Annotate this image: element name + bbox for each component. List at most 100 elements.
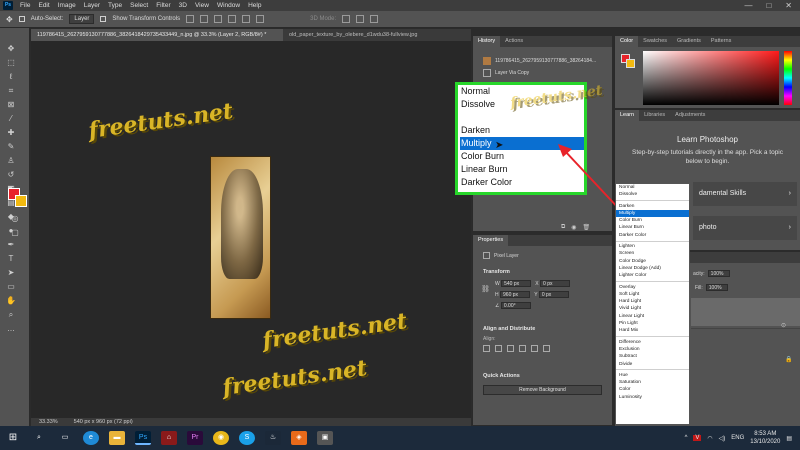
blend-mode-item-overlay[interactable]: Overlay [616,284,689,291]
tab-libraries[interactable]: Libraries [639,110,670,121]
auto-select-target[interactable]: Layer [69,14,95,24]
blend-mode-item-lighten[interactable]: Lighten [616,243,689,250]
align-horizontal-centers-icon[interactable] [495,345,502,352]
align-middle-icon[interactable] [242,15,251,23]
x-field[interactable]: 0 px [540,280,571,287]
link-dimensions-icon[interactable]: ⛓ [481,285,490,293]
clock-time[interactable]: 8:53 AM [750,430,780,438]
history-brush-icon[interactable]: ↺ [6,170,16,179]
frame-tool-icon[interactable]: ⊠ [6,100,16,109]
hue-slider[interactable] [784,51,792,105]
document-image[interactable] [210,156,271,319]
blend-mode-item-color[interactable]: Color [616,386,689,393]
shape-tool-icon[interactable]: ▭ [6,282,16,291]
blend-mode-item-hard-mix[interactable]: Hard Mix [616,327,689,334]
crop-tool-icon[interactable]: ⌗ [6,86,16,95]
blend-mode-item-color-burn[interactable]: Color Burn [616,217,689,224]
remove-background-button[interactable]: Remove Background [483,385,602,395]
menu-view[interactable]: View [191,2,213,9]
menu-3d[interactable]: 3D [175,2,191,9]
blend-option-darken[interactable]: Darken [460,124,584,137]
skype-icon[interactable]: S [239,431,255,445]
align-top-edges-icon[interactable] [519,345,526,352]
steam-icon[interactable]: ♨ [265,431,281,445]
zoom-tool-icon[interactable]: ⌕ [6,310,16,319]
tab-properties[interactable]: Properties [473,235,509,246]
quick-mask-icon[interactable]: ◎ [10,214,20,223]
opacity-field[interactable]: 100% [707,270,730,277]
blend-mode-item-vivid-light[interactable]: Vivid Light [616,305,689,312]
volume-icon[interactable]: ◁) [719,435,726,442]
search-icon[interactable]: ⌕ [31,431,47,445]
blend-mode-item-hard-light[interactable]: Hard Light [616,298,689,305]
document-tab-active[interactable]: 119786415_2627959130777886_3826418429735… [31,29,283,41]
lasso-tool-icon[interactable]: ℓ [6,72,16,81]
menu-help[interactable]: Help [244,2,265,9]
app-icon-gray[interactable]: ▣ [317,431,333,445]
align-right-edges-icon[interactable] [507,345,514,352]
menu-type[interactable]: Type [104,2,126,9]
minimize-icon[interactable]: — [744,1,752,10]
color-background-swatch[interactable] [626,59,635,68]
blend-mode-item-dissolve[interactable]: Dissolve [616,191,689,198]
menu-edit[interactable]: Edit [34,2,53,9]
drag-3d-icon[interactable] [370,15,379,23]
history-step-row[interactable]: Layer Via Copy [473,67,612,79]
orbit-3d-icon[interactable] [342,15,351,23]
learn-card-photo[interactable]: photo › [693,216,797,240]
wifi-icon[interactable]: ◠ [707,435,712,442]
blend-mode-item-exclusion[interactable]: Exclusion [616,346,689,353]
tab-adjustments[interactable]: Adjustments [670,110,710,121]
tab-history[interactable]: History [473,36,501,47]
menu-file[interactable]: File [16,2,34,9]
tab-patterns[interactable]: Patterns [706,36,736,47]
tab-learn[interactable]: Learn [615,110,640,121]
menu-window[interactable]: Window [213,2,244,9]
menu-select[interactable]: Select [126,2,152,9]
trash-icon[interactable]: 🗑 [583,224,591,231]
move-tool-icon[interactable]: ✥ [6,15,13,24]
blend-mode-item-hue[interactable]: Hue [616,372,689,379]
menu-image[interactable]: Image [54,2,80,9]
align-vertical-centers-icon[interactable] [531,345,538,352]
app-icon-red[interactable]: ⌂ [161,431,177,445]
fill-field[interactable]: 100% [705,284,728,291]
blend-mode-item-screen[interactable]: Screen [616,250,689,257]
tab-swatches[interactable]: Swatches [638,36,672,47]
move-tool-icon[interactable]: ✥ [6,44,16,53]
y-field[interactable]: 0 px [538,291,569,298]
color-field[interactable] [643,51,779,105]
blend-mode-item-pin-light[interactable]: Pin Light [616,320,689,327]
blend-mode-item-darker-color[interactable]: Darker Color [616,232,689,239]
eyedropper-tool-icon[interactable]: ⁄ [6,114,16,123]
new-document-from-state-icon[interactable]: ⧉ [561,224,565,231]
chrome-icon[interactable]: ◉ [213,431,229,445]
align-bottom-edges-icon[interactable] [543,345,550,352]
blend-mode-item-subtract[interactable]: Subtract [616,353,689,360]
language-indicator[interactable]: ENG [731,435,744,441]
tab-gradients[interactable]: Gradients [672,36,706,47]
layer-row[interactable] [691,328,800,354]
learn-card-fundamentals[interactable]: damental Skills › [693,182,797,206]
align-bottom-icon[interactable] [256,15,265,23]
blend-mode-item-soft-light[interactable]: Soft Light [616,291,689,298]
start-icon[interactable]: ⊞ [5,431,21,445]
align-right-icon[interactable] [214,15,223,23]
file-explorer-icon[interactable]: ▬ [109,431,125,445]
more-tools-icon[interactable]: … [6,324,16,333]
close-icon[interactable]: ✕ [785,1,792,10]
blend-mode-item-darken[interactable]: Darken [616,203,689,210]
tab-color[interactable]: Color [615,36,639,47]
menu-layer[interactable]: Layer [80,2,104,9]
show-transform-checkbox[interactable] [100,16,107,22]
screen-mode-icon[interactable]: ▢ [10,228,20,237]
blend-mode-item-saturation[interactable]: Saturation [616,379,689,386]
photoshop-taskbar-icon[interactable]: Ps [135,431,151,445]
path-select-icon[interactable]: ➤ [6,268,16,277]
healing-tool-icon[interactable]: ✚ [6,128,16,137]
width-field[interactable]: 540 px [501,280,532,287]
blend-mode-item-difference[interactable]: Difference [616,339,689,346]
stamp-tool-icon[interactable]: ♙ [6,156,16,165]
tray-app-icon[interactable]: V [693,435,702,441]
align-left-edges-icon[interactable] [483,345,490,352]
